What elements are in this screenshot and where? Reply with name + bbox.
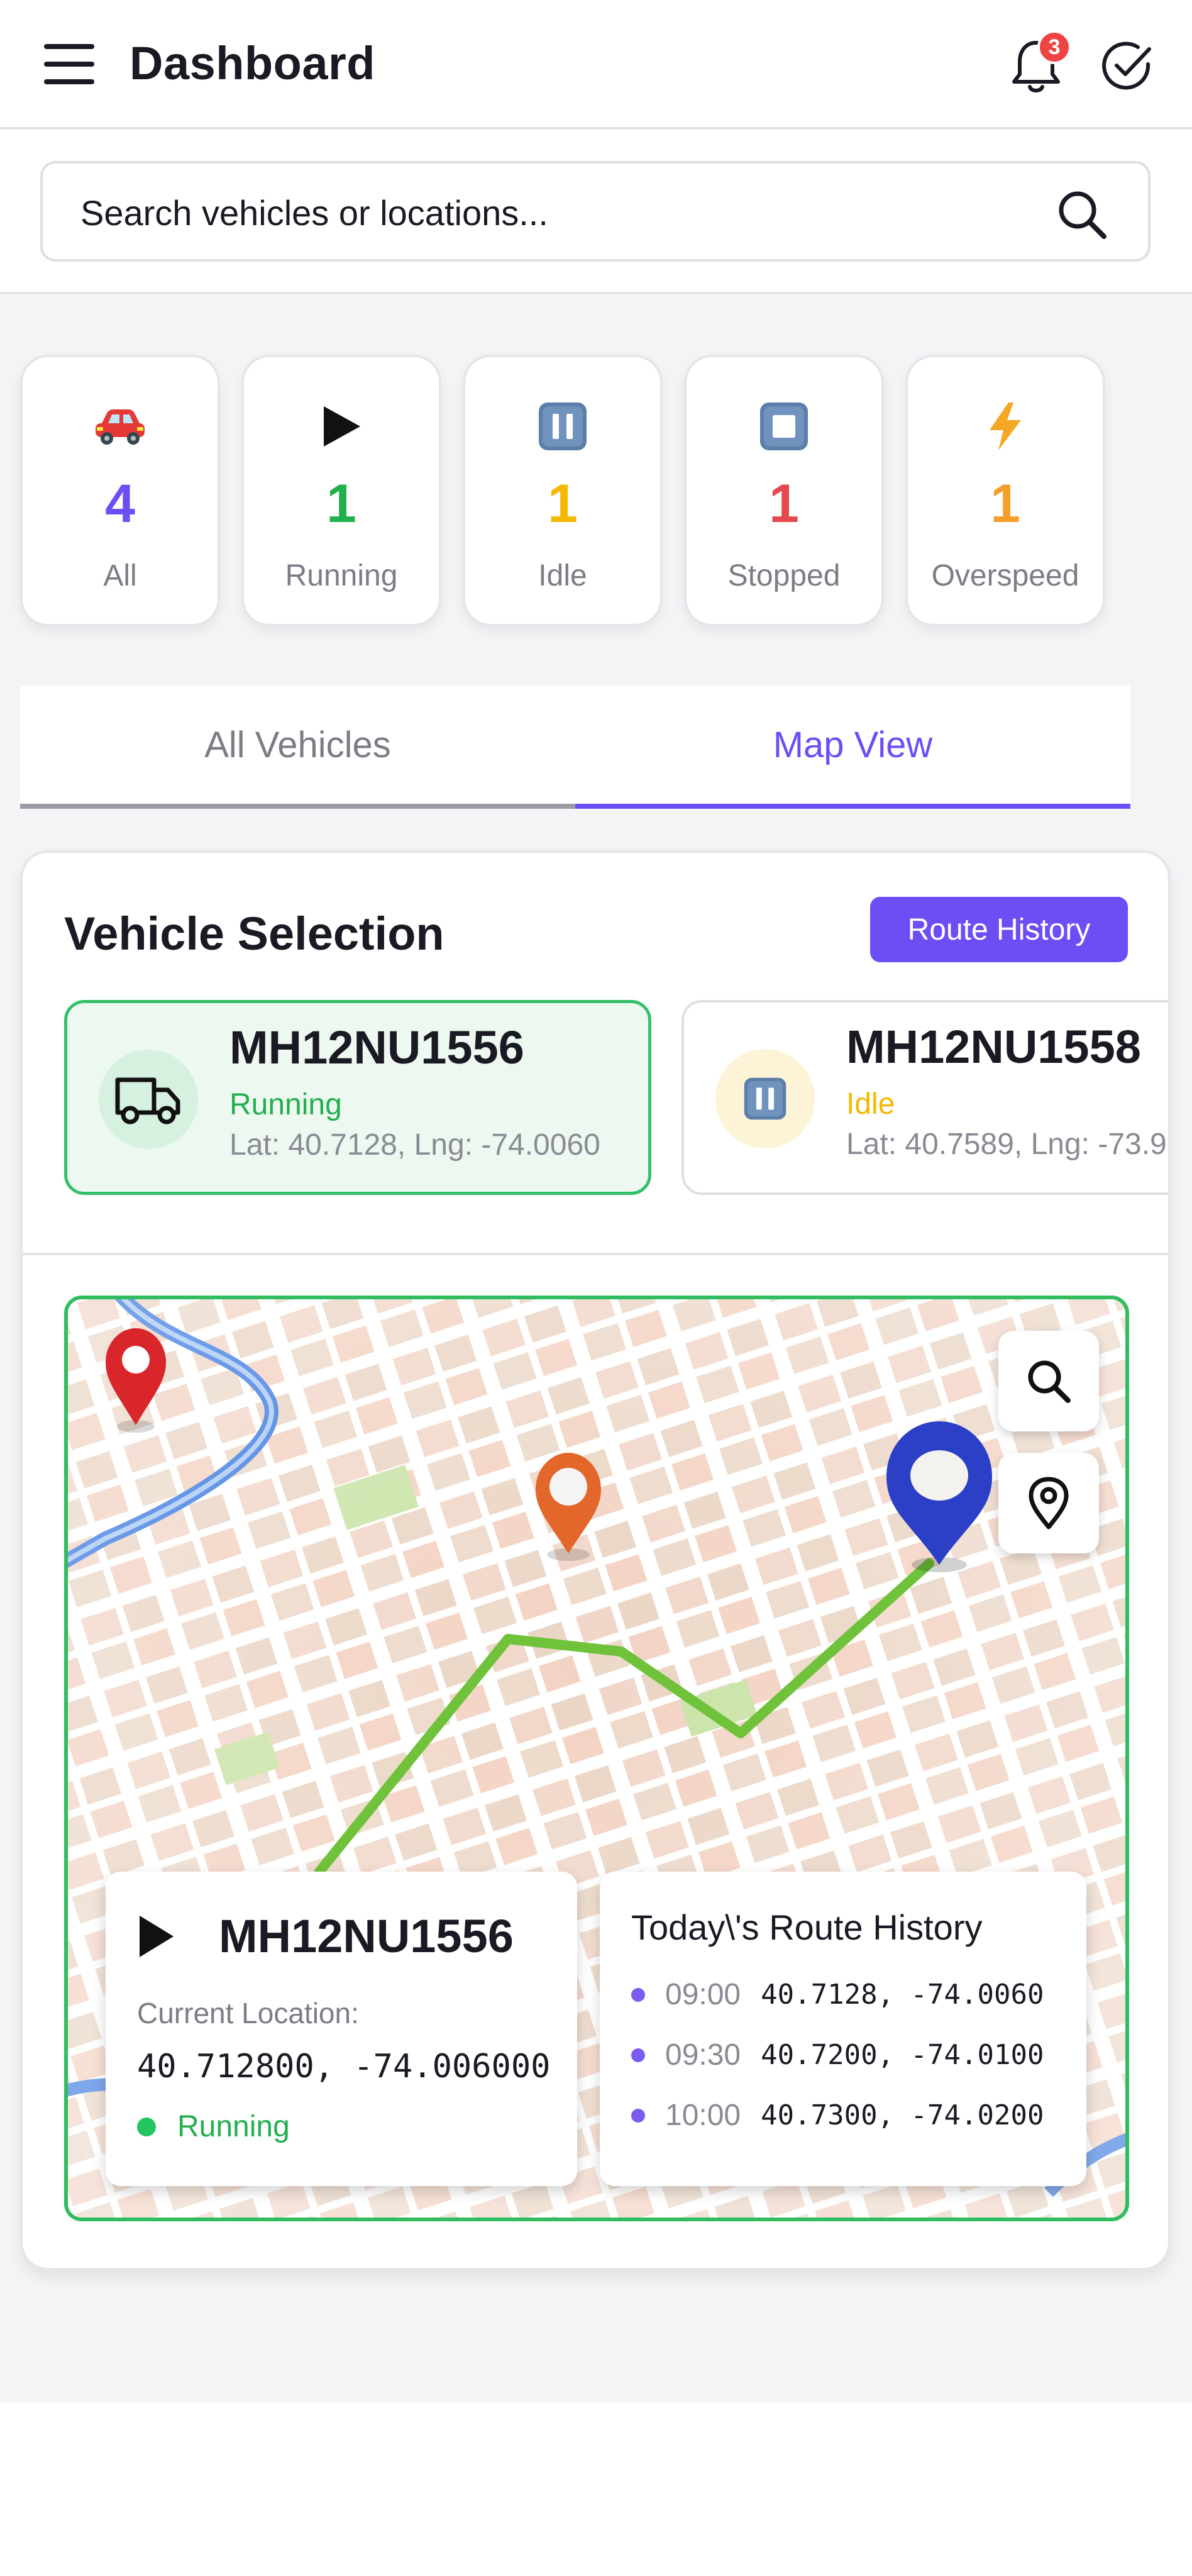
vehicle-card[interactable]: MH12NU1558 Idle Lat: 40.7589, Lng: -73.9… (682, 1000, 1171, 1195)
map-pin-icon (1029, 1477, 1069, 1530)
current-vehicle-status: Running (137, 2109, 290, 2144)
stat-card-idle[interactable]: 1 Idle (463, 355, 663, 626)
vehicle-coordinates: Lat: 40.7589, Lng: -73.98 (846, 1128, 1171, 1161)
route-dot (631, 2048, 645, 2062)
main-content: 4 All 1 Running 1 Idle 1 Stopped 1 Overs… (0, 294, 1192, 2402)
route-time: 10:00 (665, 2099, 741, 2132)
hamburger-menu-icon[interactable] (44, 44, 94, 84)
stat-value: 1 (326, 474, 356, 534)
vehicle-plate: MH12NU1556 (229, 1021, 524, 1074)
stat-label: Idle (538, 559, 587, 592)
vehicle-status: Running (229, 1088, 342, 1121)
play-icon (244, 397, 439, 455)
page-title: Dashboard (130, 37, 376, 89)
route-coordinates: 40.7128, -74.0060 (761, 1979, 1044, 2011)
current-vehicle-panel: MH12NU1556 Current Location: 40.712800, … (106, 1872, 577, 2186)
search-input[interactable] (80, 189, 1024, 236)
vehicle-plate: MH12NU1558 (846, 1021, 1141, 1073)
pause-icon (465, 397, 660, 455)
route-entry: 09:30 40.7200, -74.0100 (631, 2038, 1044, 2072)
lightning-icon (908, 397, 1103, 455)
route-dot (631, 1987, 645, 2002)
check-circle-icon[interactable] (1099, 39, 1154, 94)
stat-value: 1 (990, 474, 1020, 534)
route-coordinates: 40.7300, -74.0200 (761, 2099, 1044, 2131)
vehicle-coordinates: Lat: 40.7128, Lng: -74.0060 (229, 1128, 600, 1162)
route-entry: 10:00 40.7300, -74.0200 (631, 2098, 1044, 2133)
vehicle-selection-card: Vehicle Selection Route History MH12NU15… (20, 850, 1171, 2270)
tab-all-vehicles[interactable]: All Vehicles (20, 686, 575, 809)
route-dot (631, 2108, 645, 2123)
map-search-button[interactable] (998, 1331, 1099, 1431)
truck-icon (99, 1050, 198, 1149)
current-vehicle-plate: MH12NU1556 (219, 1910, 514, 1962)
tab-map-view[interactable]: Map View (575, 686, 1130, 809)
status-dot (137, 2117, 156, 2136)
stat-value: 4 (105, 474, 135, 534)
search-icon[interactable] (1055, 187, 1109, 242)
notification-badge: 3 (1037, 30, 1071, 64)
stat-label: All (103, 559, 137, 592)
route-entry: 09:00 40.7128, -74.0060 (631, 1977, 1044, 2012)
route-history-panel: Today\'s Route History 09:00 40.7128, -7… (600, 1872, 1086, 2186)
divider (23, 1253, 1168, 1255)
view-tabs: All Vehicles Map View (20, 686, 1130, 809)
search-icon (1028, 1360, 1071, 1403)
stat-card-stopped[interactable]: 1 Stopped (684, 355, 884, 626)
stop-icon (687, 397, 881, 455)
status-text: Running (177, 2110, 290, 2143)
route-history-button[interactable]: Route History (870, 897, 1128, 962)
app-header: Dashboard 3 (0, 0, 1192, 130)
section-title: Vehicle Selection (64, 908, 444, 960)
search-section (0, 130, 1192, 294)
current-location-coordinates: 40.712800, -74.006000 (137, 2048, 551, 2085)
vehicle-card-selected[interactable]: MH12NU1556 Running Lat: 40.7128, Lng: -7… (64, 1000, 651, 1195)
stat-card-running[interactable]: 1 Running (241, 355, 441, 626)
vehicle-status: Idle (846, 1087, 895, 1121)
stat-card-overspeed[interactable]: 1 Overspeed (905, 355, 1105, 626)
stat-label: Stopped (727, 559, 841, 592)
stat-label: Running (285, 559, 398, 592)
route-coordinates: 40.7200, -74.0100 (761, 2039, 1044, 2071)
map-locate-button[interactable] (998, 1453, 1099, 1553)
stat-value: 1 (769, 474, 799, 534)
current-location-caption: Current Location: (137, 1997, 359, 2029)
play-icon (140, 1916, 174, 1957)
stat-card-all[interactable]: 4 All (20, 355, 220, 626)
pause-icon (715, 1049, 815, 1148)
stat-value: 1 (548, 474, 578, 534)
car-icon (23, 397, 218, 455)
route-history-title: Today\'s Route History (631, 1907, 983, 1947)
route-time: 09:30 (665, 2038, 741, 2072)
map-view[interactable]: MH12NU1556 Current Location: 40.712800, … (64, 1296, 1129, 2221)
route-time: 09:00 (665, 1978, 741, 2011)
search-bar[interactable] (40, 161, 1151, 262)
stat-label: Overspeed (931, 559, 1079, 592)
